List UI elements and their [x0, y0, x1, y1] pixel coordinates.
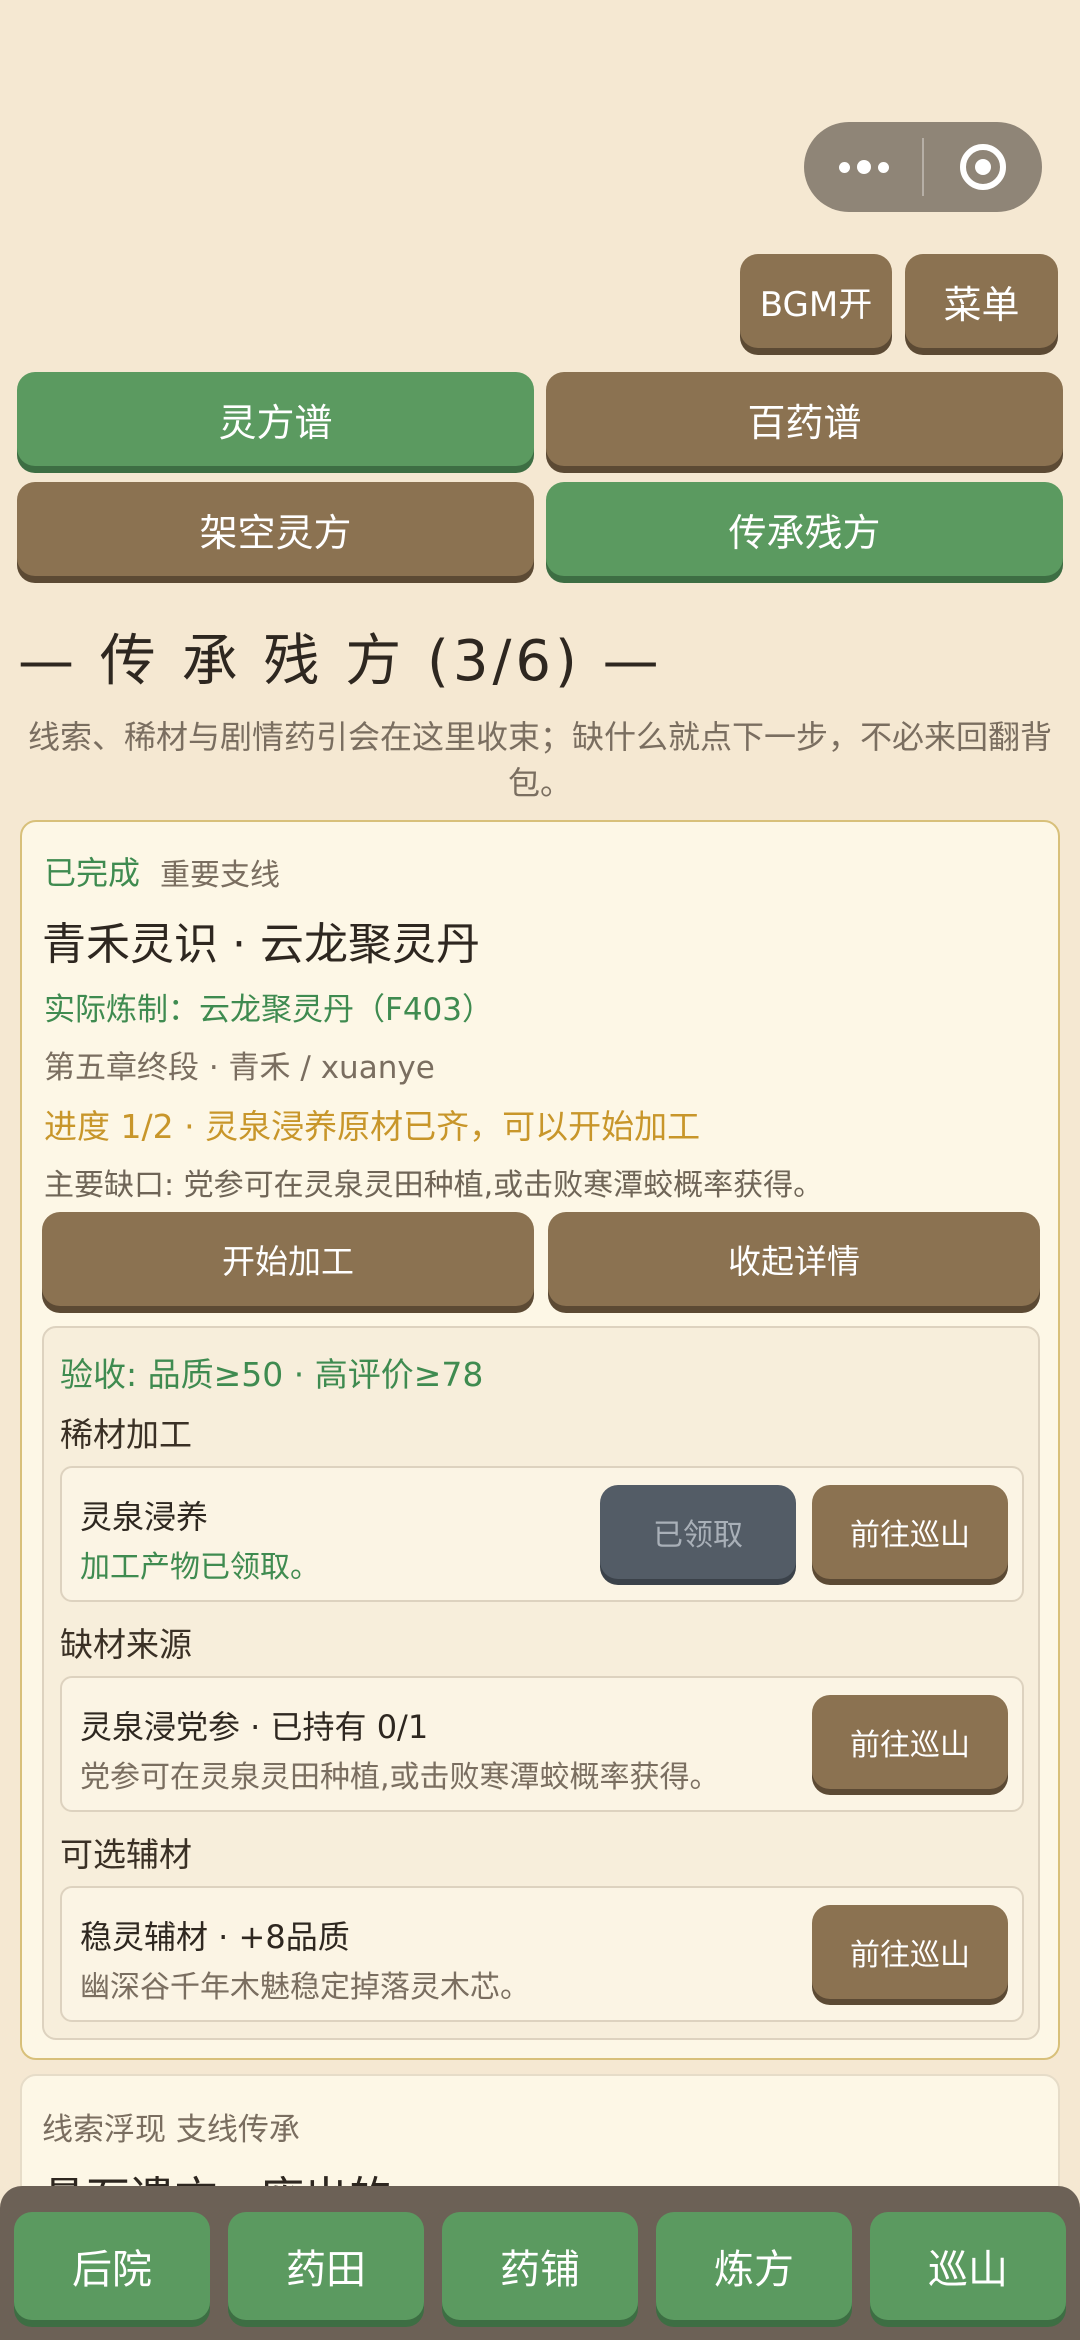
missing-item-hint: 党参可在灵泉灵田种植,或击败寒潭蛟概率获得。 [80, 1760, 720, 1795]
more-dots-icon [838, 160, 889, 174]
tab-lingfangpu[interactable]: 灵方谱 [17, 372, 534, 466]
chapter-label: 第五章终段 · 青禾 / xuanye [44, 1050, 435, 1086]
progress-label: 进度 1/2 · 灵泉浸养原材已齐，可以开始加工 [44, 1107, 701, 1146]
missing-item-title: 灵泉浸党参 · 已持有 0/1 [80, 1708, 429, 1746]
optional-item-hint: 幽深谷千年木魅稳定掉落灵木芯。 [80, 1970, 530, 2005]
nav-yaopu[interactable]: 药铺 [442, 2212, 638, 2320]
optional-aux-item: 稳灵辅材 · +8品质 幽深谷千年木魅稳定掉落灵木芯。 前往巡山 [60, 1886, 1024, 2022]
go-patrol-button-3[interactable]: 前往巡山 [812, 1905, 1008, 1999]
rare-item-title: 灵泉浸养 [80, 1498, 209, 1536]
nav-houyuan[interactable]: 后院 [14, 2212, 210, 2320]
next-quest-tag: 线索浮现 支线传承 [42, 2112, 300, 2148]
go-patrol-button-2[interactable]: 前往巡山 [812, 1695, 1008, 1789]
tab-jiakong-lingfang[interactable]: 架空灵方 [17, 482, 534, 576]
miniprogram-capsule [804, 122, 1042, 212]
more-button[interactable] [804, 122, 923, 212]
claimed-button[interactable]: 已领取 [600, 1485, 796, 1579]
main-gap-label: 主要缺口: 党参可在灵泉灵田种植,或击败寒潭蛟概率获得。 [44, 1168, 824, 1203]
close-miniprogram-button[interactable] [923, 122, 1042, 212]
page-root: BGM开 菜单 灵方谱 百药谱 架空灵方 传承残方 — 传 承 残 方 (3/6… [0, 0, 1080, 2340]
optional-item-title: 稳灵辅材 · +8品质 [80, 1918, 350, 1956]
tab-baiyaopu[interactable]: 百药谱 [546, 372, 1063, 466]
section-title: — 传 承 残 方 (3/6) — [18, 629, 663, 694]
go-patrol-button-1[interactable]: 前往巡山 [812, 1485, 1008, 1579]
missing-source-heading: 缺材来源 [60, 1625, 192, 1664]
target-icon [959, 144, 1006, 190]
acceptance-criteria: 验收: 品质≥50 · 高评价≥78 [60, 1355, 484, 1394]
tab-chuancheng-canfang[interactable]: 传承残方 [546, 482, 1063, 576]
quest-card: 已完成 重要支线 青禾灵识 · 云龙聚灵丹 实际炼制：云龙聚灵丹（F403） 第… [20, 820, 1060, 2060]
nav-xunshan[interactable]: 巡山 [870, 2212, 1066, 2320]
actual-craft-label: 实际炼制：云龙聚灵丹（F403） [44, 992, 493, 1028]
missing-source-item: 灵泉浸党参 · 已持有 0/1 党参可在灵泉灵田种植,或击败寒潭蛟概率获得。 前… [60, 1676, 1024, 1812]
quest-type-label: 重要支线 [160, 858, 280, 893]
quest-detail-panel: 验收: 品质≥50 · 高评价≥78 稀材加工 灵泉浸养 加工产物已领取。 已领… [42, 1326, 1040, 2040]
rare-processing-heading: 稀材加工 [60, 1415, 192, 1454]
status-badge: 已完成 [44, 854, 141, 892]
nav-lianfang[interactable]: 炼方 [656, 2212, 852, 2320]
rare-processing-item: 灵泉浸养 加工产物已领取。 已领取 前往巡山 [60, 1466, 1024, 1602]
nav-yaotian[interactable]: 药田 [228, 2212, 424, 2320]
bgm-toggle-button[interactable]: BGM开 [740, 254, 892, 348]
collapse-details-button[interactable]: 收起详情 [548, 1212, 1040, 1306]
start-process-button[interactable]: 开始加工 [42, 1212, 534, 1306]
section-intro: 线索、稀材与剧情药引会在这里收束；缺什么就点下一步，不必来回翻背包。 [27, 718, 1052, 802]
optional-aux-heading: 可选辅材 [60, 1835, 192, 1874]
quest-title: 青禾灵识 · 云龙聚灵丹 [42, 919, 480, 970]
menu-button[interactable]: 菜单 [905, 254, 1058, 348]
rare-item-status: 加工产物已领取。 [80, 1550, 320, 1585]
capsule-divider [922, 138, 924, 196]
